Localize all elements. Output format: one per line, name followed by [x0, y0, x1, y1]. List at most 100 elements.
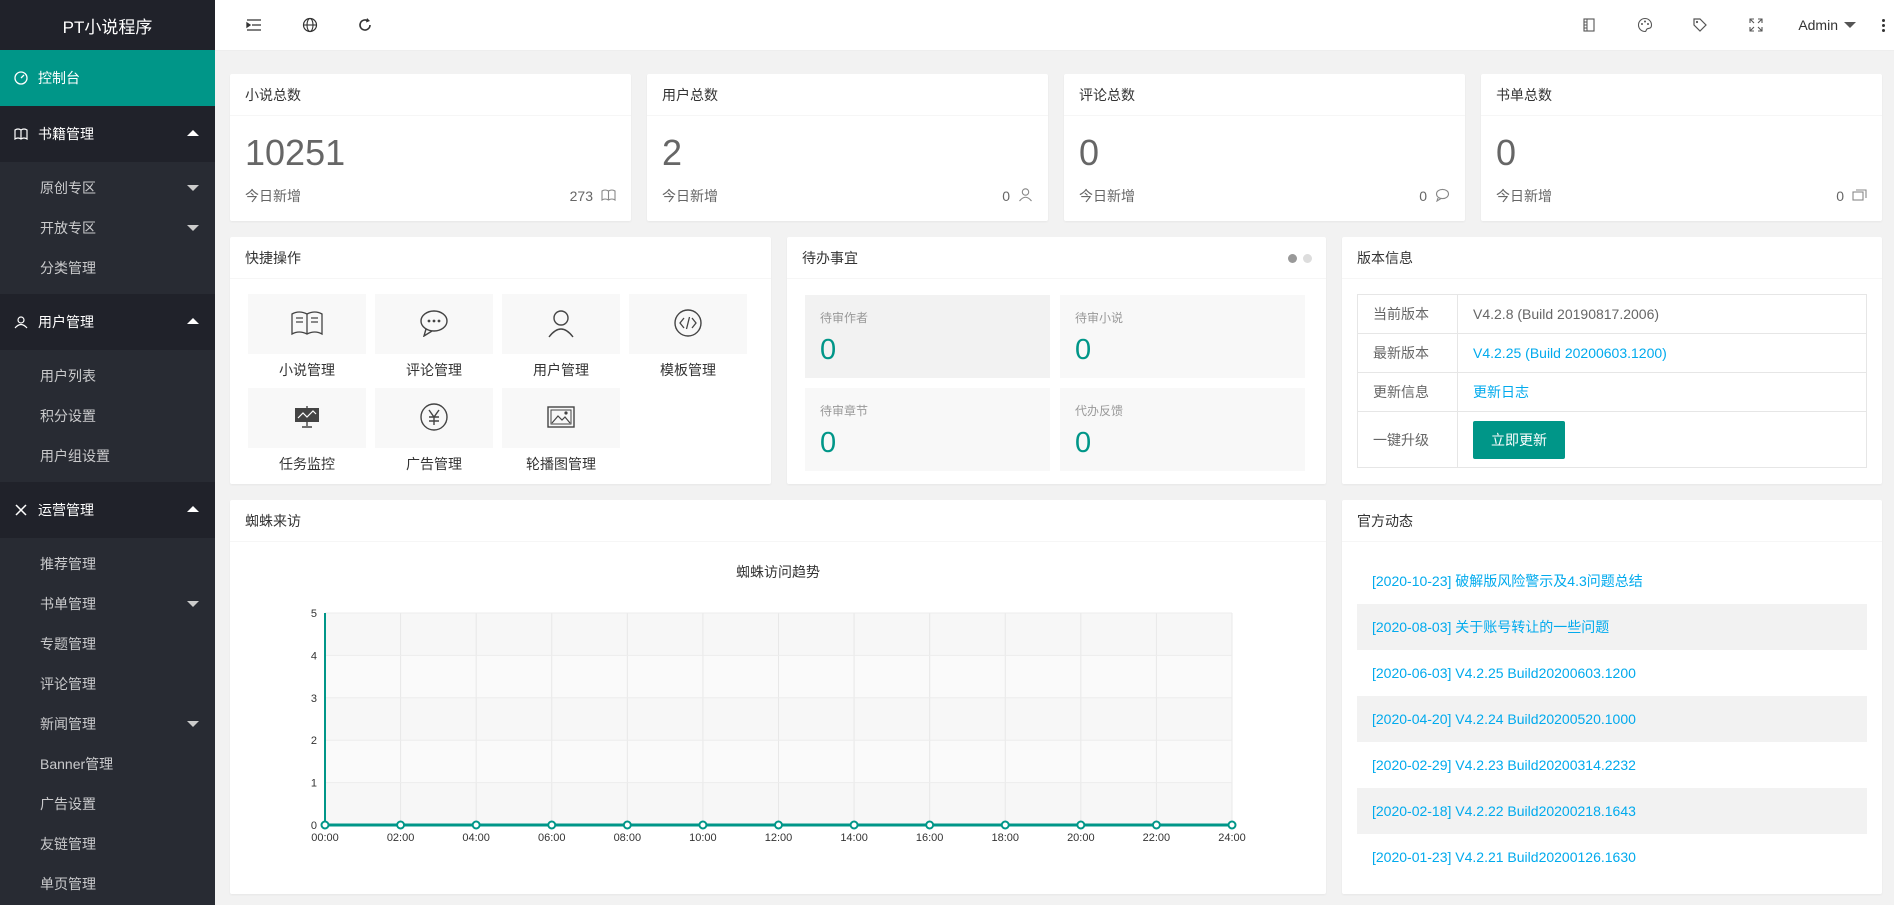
theme-icon[interactable] — [1634, 14, 1656, 36]
todo-pending-chapters[interactable]: 待审章节 0 — [805, 388, 1050, 471]
app-logo[interactable]: PT小说程序 — [0, 0, 215, 50]
stat-sub-label: 今日新增 — [1496, 188, 1552, 204]
news-link[interactable]: [2020-08-03] 关于账号转让的一些问题 — [1357, 604, 1867, 650]
sidebar-item-dashboard[interactable]: 控制台 — [0, 50, 215, 106]
sidebar-item-label: 用户组设置 — [40, 448, 110, 464]
user-name: Admin — [1798, 17, 1838, 33]
refresh-icon[interactable] — [354, 14, 376, 36]
todo-value: 0 — [820, 427, 837, 459]
quick-tasks[interactable]: 任务监控 — [248, 388, 366, 474]
sidebar-group-books[interactable]: 书籍管理 — [0, 106, 215, 162]
stat-sub-value: 273 — [569, 188, 593, 204]
note-icon[interactable] — [1578, 14, 1600, 36]
todo-value: 0 — [1075, 334, 1092, 366]
changelog-link[interactable]: 更新日志 — [1457, 372, 1867, 412]
stat-sub-value: 0 — [1836, 188, 1844, 204]
todo-label: 待审作者 — [820, 311, 869, 325]
news-link[interactable]: [2020-10-23] 破解版风险警示及4.3问题总结 — [1357, 558, 1867, 604]
more-icon[interactable] — [1882, 19, 1886, 34]
news-link[interactable]: [2020-04-20] V4.2.24 Build20200520.1000 — [1357, 696, 1867, 742]
x-tick-label: 16:00 — [916, 832, 944, 844]
quick-novels[interactable]: 小说管理 — [248, 294, 366, 380]
sidebar-item-category[interactable]: 分类管理 — [0, 248, 215, 288]
fullscreen-icon[interactable] — [1745, 14, 1767, 36]
sidebar-item-label: 专题管理 — [40, 636, 96, 652]
y-tick-label: 4 — [311, 650, 317, 662]
todo-feedback[interactable]: 代办反馈 0 — [1060, 388, 1305, 471]
sidebar-item-pages[interactable]: 单页管理 — [0, 864, 215, 904]
sidebar-item-points[interactable]: 积分设置 — [0, 396, 215, 436]
user-icon — [14, 315, 28, 329]
sidebar-item-recommend[interactable]: 推荐管理 — [0, 544, 215, 584]
stat-value: 0 — [1079, 132, 1100, 173]
news-link[interactable]: [2020-06-03] V4.2.25 Build20200603.1200 — [1357, 650, 1867, 696]
x-tick-label: 20:00 — [1067, 832, 1095, 844]
chevron-up-icon — [187, 318, 199, 324]
chevron-down-icon — [187, 185, 199, 191]
y-tick-label: 0 — [311, 820, 317, 832]
card-title: 评论总数 — [1064, 74, 1465, 116]
x-tick-label: 10:00 — [689, 832, 717, 844]
sidebar-item-banner[interactable]: Banner管理 — [0, 744, 215, 784]
sidebar-item-ads[interactable]: 广告设置 — [0, 784, 215, 824]
sidebar-item-user-groups[interactable]: 用户组设置 — [0, 436, 215, 476]
latest-version-link[interactable]: V4.2.25 (Build 20200603.1200) — [1457, 333, 1867, 373]
top-header: Admin — [215, 0, 1894, 51]
todo-pending-novels[interactable]: 待审小说 0 — [1060, 295, 1305, 378]
data-point — [396, 820, 406, 830]
card-title: 快捷操作 — [230, 237, 771, 279]
sidebar-item-links[interactable]: 友链管理 — [0, 824, 215, 864]
stat-sub-label: 今日新增 — [245, 188, 301, 204]
sidebar-item-booklist[interactable]: 书单管理 — [0, 584, 215, 624]
current-version: V4.2.8 (Build 20190817.2006) — [1457, 294, 1867, 334]
user-menu[interactable]: Admin — [1798, 17, 1856, 33]
sidebar-item-label: 原创专区 — [40, 180, 96, 196]
y-tick-label: 3 — [311, 693, 317, 705]
carousel-indicator[interactable] — [1288, 254, 1312, 263]
chevron-down-icon — [187, 225, 199, 231]
sidebar-item-label: 开放专区 — [40, 220, 96, 236]
sidebar-item-comments[interactable]: 评论管理 — [0, 664, 215, 704]
sidebar-item-original[interactable]: 原创专区 — [0, 168, 215, 208]
todo-pending-authors[interactable]: 待审作者 0 — [805, 295, 1050, 378]
comment-icon — [419, 309, 449, 340]
sidebar-group-operations[interactable]: 运营管理 — [0, 482, 215, 538]
version-key: 一键升级 — [1357, 411, 1458, 468]
quick-templates[interactable]: 模板管理 — [629, 294, 747, 380]
tag-icon[interactable] — [1689, 14, 1711, 36]
quick-users[interactable]: 用户管理 — [502, 294, 620, 380]
book-icon — [601, 188, 616, 204]
quick-ads[interactable]: 广告管理 — [375, 388, 493, 474]
y-tick-label: 5 — [311, 608, 317, 620]
data-point — [698, 820, 708, 830]
todo-label: 待审小说 — [1075, 311, 1124, 325]
spider-visits-card: 蜘蛛来访 蜘蛛访问趋势 0 1 2 3 4 5 00:00 02:00 04:00 06:00 08… — [230, 500, 1326, 894]
sidebar-item-label: 新闻管理 — [40, 716, 96, 732]
sidebar-group-users[interactable]: 用户管理 — [0, 294, 215, 350]
card-title: 书单总数 — [1481, 74, 1882, 116]
sidebar-submenu: 用户列表 积分设置 用户组设置 — [0, 350, 215, 482]
sidebar-item-label: 评论管理 — [40, 676, 96, 692]
quick-carousel[interactable]: 轮播图管理 — [502, 388, 620, 474]
data-point — [1151, 820, 1161, 830]
todo-label: 代办反馈 — [1075, 404, 1124, 418]
sidebar-item-user-list[interactable]: 用户列表 — [0, 356, 215, 396]
data-point — [1076, 820, 1086, 830]
sidebar-item-open[interactable]: 开放专区 — [0, 208, 215, 248]
news-link[interactable]: [2020-02-18] V4.2.22 Build20200218.1643 — [1357, 788, 1867, 834]
x-tick-label: 24:00 — [1218, 832, 1246, 844]
sidebar-item-news[interactable]: 新闻管理 — [0, 704, 215, 744]
sidebar: PT小说程序 控制台 书籍管理 原创专区 开放专区 分类管理 用户管理 用户列表… — [0, 0, 215, 905]
news-link[interactable]: [2020-01-23] V4.2.21 Build20200126.1630 — [1357, 834, 1867, 880]
quick-comments[interactable]: 评论管理 — [375, 294, 493, 380]
chevron-down-icon — [1844, 22, 1856, 28]
globe-icon[interactable] — [299, 14, 321, 36]
news-link[interactable]: [2020-02-29] V4.2.23 Build20200314.2232 — [1357, 742, 1867, 788]
stat-card-novels: 小说总数 10251 今日新增 273 — [230, 74, 631, 221]
collapse-menu-icon[interactable] — [243, 14, 265, 36]
sidebar-item-topics[interactable]: 专题管理 — [0, 624, 215, 664]
todo-value: 0 — [820, 334, 837, 366]
todo-value: 0 — [1075, 427, 1092, 459]
update-now-button[interactable]: 立即更新 — [1473, 420, 1565, 459]
data-point — [1227, 820, 1237, 830]
